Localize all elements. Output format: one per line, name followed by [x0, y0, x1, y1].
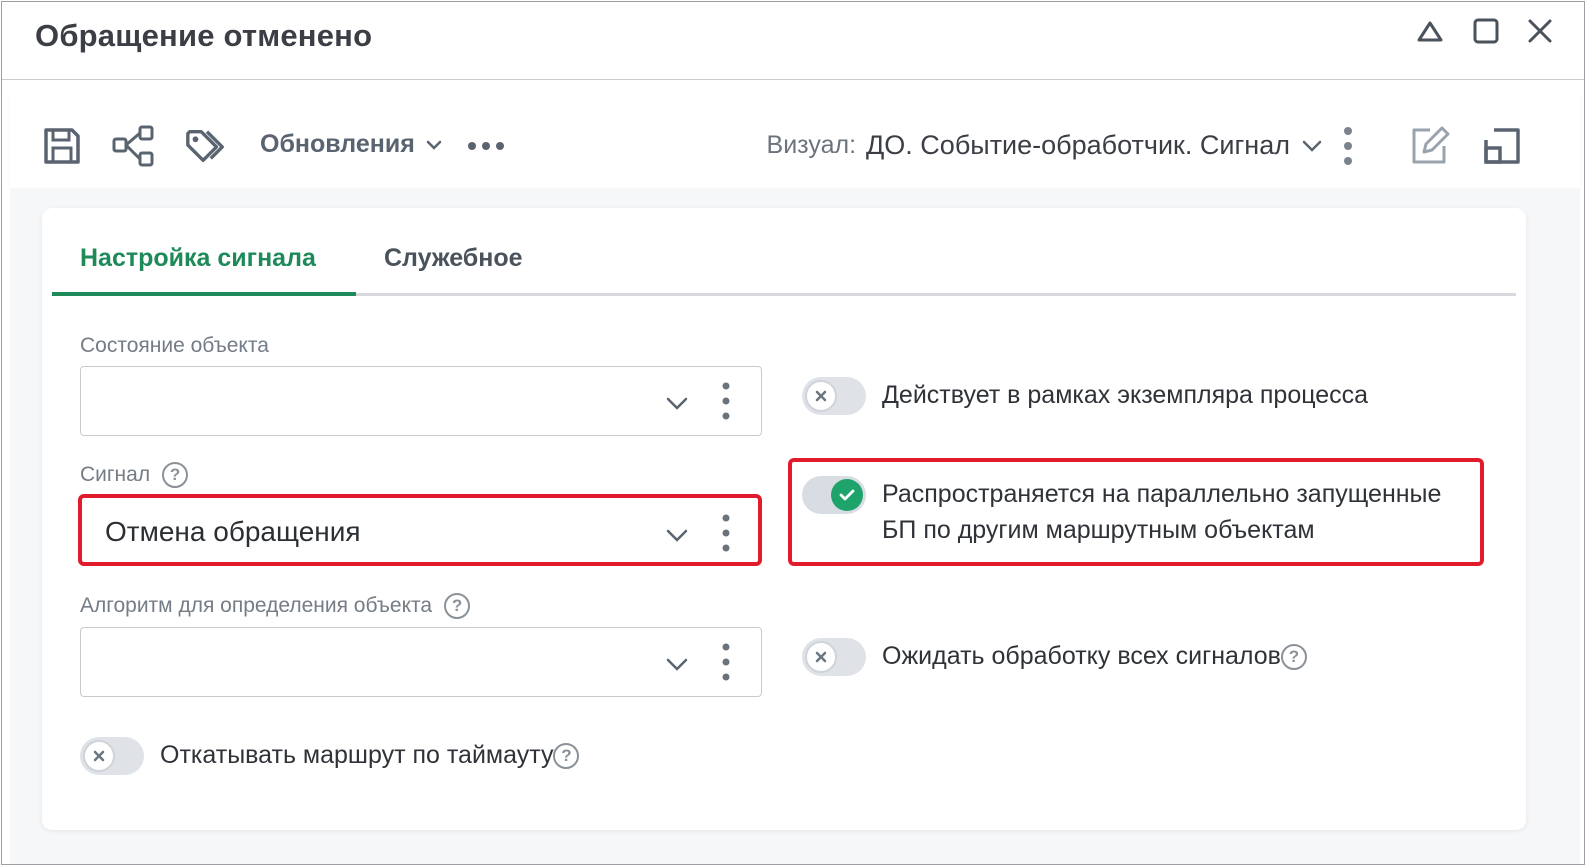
signal-select[interactable]: Отмена обращения — [80, 498, 762, 568]
rollback-toggle[interactable] — [80, 737, 144, 775]
help-icon[interactable]: ? — [1280, 644, 1307, 671]
maximize-button[interactable] — [1469, 14, 1503, 48]
window-title: Обращение отменено — [35, 18, 373, 53]
toolbar: Обновления Визуал: ДО. Событие-обработчи… — [10, 84, 1580, 188]
help-icon[interactable]: ? — [162, 462, 189, 488]
chevron-down-icon — [1302, 140, 1322, 152]
settings-card: Настройка сигнала Служебное Состояние об… — [42, 208, 1526, 830]
collapse-icon — [1417, 21, 1443, 42]
parallel-toggle[interactable] — [802, 476, 866, 514]
collapse-button[interactable] — [1413, 14, 1447, 48]
instance-scope-label: Действует в рамках экземпляра процесса — [882, 381, 1369, 409]
rollback-toggle-row: Откатывать маршрут по таймауту? — [80, 737, 580, 775]
visual-menu-button[interactable] — [1328, 124, 1368, 168]
help-icon[interactable]: ? — [444, 593, 471, 619]
tags-button[interactable] — [184, 124, 228, 168]
x-icon — [815, 390, 827, 402]
visual-label: Визуал: — [766, 131, 857, 159]
x-icon — [93, 750, 105, 762]
active-tab-indicator — [52, 292, 356, 296]
rollback-label: Откатывать маршрут по таймауту? — [160, 737, 580, 773]
dialog-window: Обращение отменено Обновления Визуал: ДО… — [1, 1, 1585, 865]
edit-visual-button[interactable] — [1408, 124, 1452, 168]
toggle-knob — [805, 641, 837, 673]
tab-bar: Настройка сигнала Служебное — [52, 208, 1516, 296]
maximize-icon — [1473, 18, 1499, 44]
more-horizontal-icon — [468, 142, 504, 150]
toggle-knob — [831, 479, 863, 511]
layout-icon — [1484, 128, 1520, 164]
wait-all-toggle[interactable] — [802, 638, 866, 676]
object-state-label-text: Состояние объекта — [80, 334, 269, 357]
field-menu-icon[interactable] — [721, 513, 731, 553]
title-bar: Обращение отменено — [2, 2, 1584, 80]
signal-value: Отмена обращения — [105, 516, 361, 547]
instance-scope-toggle[interactable] — [802, 377, 866, 415]
object-state-select[interactable] — [80, 366, 762, 436]
close-button[interactable] — [1523, 14, 1557, 48]
field-menu-icon[interactable] — [721, 642, 731, 682]
layout-button[interactable] — [1480, 124, 1524, 168]
chevron-down-icon[interactable] — [663, 389, 691, 417]
signal-label-text: Сигнал — [80, 463, 151, 486]
signal-label: Сигнал ? — [80, 462, 189, 488]
save-button[interactable] — [40, 124, 84, 168]
algorithm-select[interactable] — [80, 627, 762, 697]
algorithm-label: Алгоритм для определения объекта ? — [80, 593, 471, 619]
chevron-down-icon — [426, 140, 442, 150]
save-icon — [44, 128, 80, 164]
visual-value: ДО. Событие-обработчик. Сигнал — [866, 130, 1290, 160]
parallel-toggle-row: Распространяется на параллельно запущенн… — [802, 476, 1442, 548]
chevron-down-icon[interactable] — [663, 521, 691, 549]
tag-icon — [186, 129, 224, 163]
wait-all-label-text: Ожидать обработку всех сигналов — [882, 642, 1281, 670]
chevron-down-icon[interactable] — [663, 650, 691, 678]
toggle-knob — [805, 380, 837, 412]
more-vertical-icon — [1344, 127, 1352, 165]
algorithm-label-text: Алгоритм для определения объекта — [80, 594, 433, 617]
process-map-button[interactable] — [111, 124, 155, 168]
object-state-label: Состояние объекта — [80, 334, 269, 358]
updates-dropdown[interactable]: Обновления — [260, 130, 443, 159]
more-actions-button[interactable] — [462, 124, 512, 168]
wait-all-label: Ожидать обработку всех сигналов? — [882, 638, 1307, 674]
field-menu-icon[interactable] — [721, 381, 731, 421]
close-icon — [1528, 19, 1552, 43]
tab-service[interactable]: Служебное — [384, 244, 523, 273]
edit-icon — [1412, 126, 1450, 164]
x-icon — [815, 651, 827, 663]
hierarchy-icon — [112, 125, 154, 167]
updates-label: Обновления — [260, 130, 415, 158]
help-icon[interactable]: ? — [553, 743, 580, 770]
parallel-label: Распространяется на параллельно запущенн… — [882, 480, 1442, 544]
rollback-label-text: Откатывать маршрут по таймауту — [160, 741, 554, 769]
visual-selector[interactable]: Визуал: ДО. Событие-обработчик. Сигнал — [767, 130, 1324, 161]
instance-scope-toggle-row: Действует в рамках экземпляра процесса — [802, 377, 1368, 415]
toggle-knob — [83, 740, 115, 772]
wait-all-toggle-row: Ожидать обработку всех сигналов? — [802, 638, 1307, 676]
check-icon — [839, 489, 855, 501]
tab-signal-settings[interactable]: Настройка сигнала — [80, 244, 316, 273]
